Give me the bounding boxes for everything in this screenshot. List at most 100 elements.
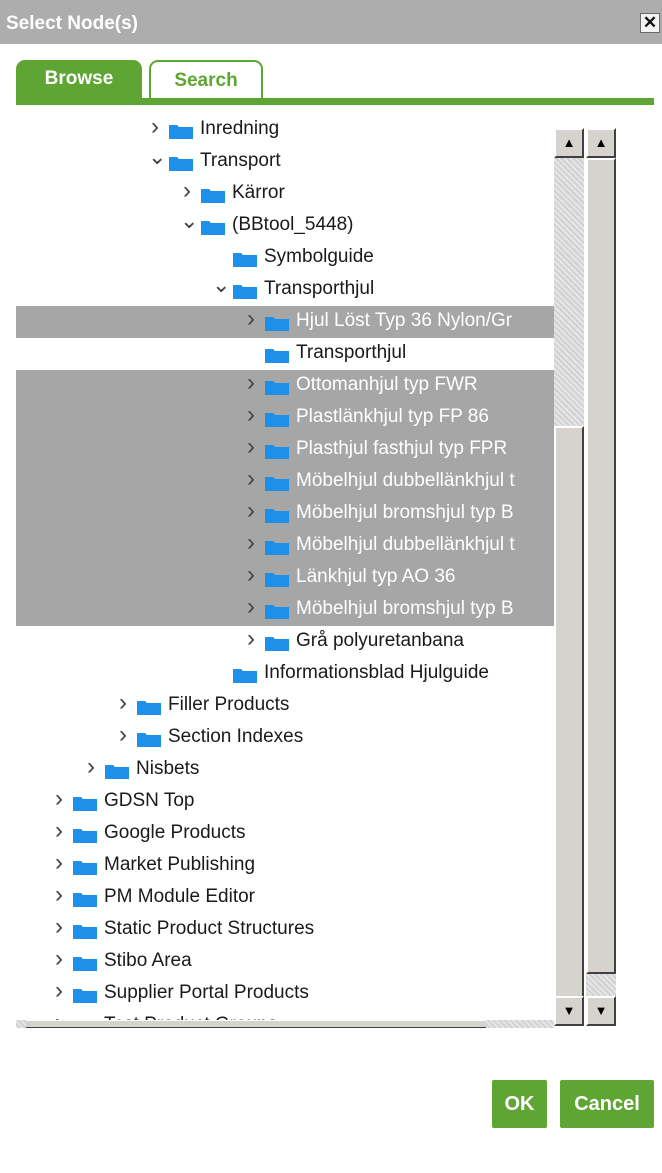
folder-icon bbox=[265, 541, 289, 555]
tree-node[interactable]: Symbolguide bbox=[16, 242, 554, 274]
tree-node-label: Möbelhjul bromshjul typ B bbox=[296, 598, 514, 619]
tree-node[interactable]: › Static Product Structures bbox=[16, 913, 554, 946]
tree-node[interactable]: › Inredning bbox=[16, 116, 554, 146]
outer-scroll-up-button[interactable]: ▲ bbox=[586, 128, 616, 158]
horizontal-scrollbar-thumb[interactable] bbox=[26, 1020, 486, 1028]
chevron-down-icon[interactable]: ⌄ bbox=[180, 208, 198, 234]
tree-node[interactable]: ⌄ Transporthjul bbox=[16, 272, 554, 306]
tree-node-label: Möbelhjul dubbellänkhjul t bbox=[296, 534, 515, 555]
tree-node[interactable]: › Plastlänkhjul typ FP 86 bbox=[16, 401, 554, 434]
tree-node[interactable]: › Grå polyuretanbana bbox=[16, 625, 554, 658]
tree-node-label: Kärror bbox=[232, 182, 285, 203]
tree-node-label: Transporthjul bbox=[264, 278, 375, 299]
scroll-up-button[interactable]: ▲ bbox=[554, 128, 584, 158]
chevron-right-icon[interactable]: › bbox=[52, 945, 66, 973]
tree-node-label: Market Publishing bbox=[104, 854, 256, 875]
chevron-right-icon[interactable]: › bbox=[244, 369, 258, 397]
tab-browse[interactable]: Browse bbox=[16, 60, 142, 98]
folder-icon bbox=[265, 445, 289, 459]
tree-node[interactable]: › Market Publishing bbox=[16, 849, 554, 882]
chevron-right-icon[interactable]: › bbox=[52, 913, 66, 941]
chevron-right-icon[interactable]: › bbox=[52, 785, 66, 813]
tree-horizontal-scrollbar[interactable] bbox=[16, 1020, 554, 1028]
tree-node-label: Länkhjul typ AO 36 bbox=[296, 566, 456, 587]
tree-node[interactable]: › GDSN Top bbox=[16, 785, 554, 818]
outer-vertical-scrollbar[interactable]: ▲ ▼ bbox=[586, 128, 616, 1026]
tab-search[interactable]: Search bbox=[149, 60, 263, 98]
tree-node-label: Transport bbox=[200, 150, 281, 171]
tree-node-label: Stibo Area bbox=[104, 950, 192, 971]
folder-icon bbox=[73, 925, 97, 939]
tree-node[interactable]: ⌄ (BBtool_5448) bbox=[16, 208, 554, 242]
chevron-right-icon[interactable]: › bbox=[244, 529, 258, 557]
chevron-right-icon[interactable]: › bbox=[148, 116, 162, 141]
tree-node[interactable]: ⌄ Transport bbox=[16, 144, 554, 178]
tree-node-label: Plastlänkhjul typ FP 86 bbox=[296, 406, 489, 427]
chevron-right-icon[interactable]: › bbox=[244, 593, 258, 621]
node-tree[interactable]: › Inredning ⌄ Transport › Kärror ⌄ (BBtool_5448… bbox=[16, 116, 554, 1028]
chevron-right-icon[interactable]: › bbox=[244, 401, 258, 429]
tree-node[interactable]: › Ottomanhjul typ FWR bbox=[16, 369, 554, 402]
chevron-right-icon[interactable]: › bbox=[244, 305, 258, 333]
tree-node[interactable]: › Stibo Area bbox=[16, 945, 554, 978]
tree-node[interactable]: › Möbelhjul dubbellänkhjul t bbox=[16, 529, 554, 562]
chevron-right-icon[interactable]: › bbox=[52, 881, 66, 909]
chevron-right-icon[interactable]: › bbox=[244, 561, 258, 589]
tree-node-label: Hjul Löst Typ 36 Nylon/Gr bbox=[296, 310, 513, 331]
folder-icon bbox=[265, 573, 289, 587]
folder-icon bbox=[265, 317, 289, 331]
chevron-right-icon[interactable]: › bbox=[84, 753, 98, 781]
folder-icon bbox=[169, 157, 193, 171]
cancel-button[interactable]: Cancel bbox=[560, 1080, 654, 1128]
chevron-right-icon[interactable]: › bbox=[116, 689, 130, 717]
tree-vertical-scrollbar[interactable]: ▲ ▼ bbox=[554, 128, 584, 1026]
tree-node[interactable]: Transporthjul bbox=[16, 338, 554, 370]
tree-node[interactable]: › Filler Products bbox=[16, 689, 554, 722]
chevron-down-icon[interactable]: ⌄ bbox=[212, 272, 230, 298]
tree-node[interactable]: Informationsblad Hjulguide bbox=[16, 658, 554, 690]
folder-icon bbox=[233, 253, 257, 267]
tree-node-label: Google Products bbox=[104, 822, 246, 843]
chevron-right-icon[interactable]: › bbox=[244, 625, 258, 653]
tree-node[interactable]: › Hjul Löst Typ 36 Nylon/Gr bbox=[16, 305, 554, 338]
folder-icon bbox=[201, 189, 225, 203]
close-icon[interactable]: ✕ bbox=[640, 13, 660, 33]
tab-bar: Browse Search bbox=[0, 58, 662, 108]
tree-node[interactable]: › Möbelhjul bromshjul typ B bbox=[16, 593, 554, 626]
tree-node[interactable]: › PM Module Editor bbox=[16, 881, 554, 914]
chevron-right-icon[interactable]: › bbox=[52, 977, 66, 1005]
tree-node-label: (BBtool_5448) bbox=[232, 214, 354, 235]
chevron-right-icon[interactable]: › bbox=[116, 721, 130, 749]
tab-underline bbox=[16, 98, 654, 105]
tree-node[interactable]: › Google Products bbox=[16, 817, 554, 850]
chevron-right-icon[interactable]: › bbox=[244, 497, 258, 525]
ok-button[interactable]: OK bbox=[492, 1080, 547, 1128]
chevron-down-icon[interactable]: ⌄ bbox=[148, 144, 166, 170]
scroll-down-button[interactable]: ▼ bbox=[554, 996, 584, 1026]
chevron-right-icon[interactable]: › bbox=[52, 817, 66, 845]
folder-icon bbox=[265, 509, 289, 523]
tree-node[interactable]: › Nisbets bbox=[16, 753, 554, 786]
chevron-right-icon[interactable]: › bbox=[52, 849, 66, 877]
chevron-right-icon[interactable]: › bbox=[244, 433, 258, 461]
chevron-right-icon[interactable]: › bbox=[244, 465, 258, 493]
tree-node[interactable]: › Länkhjul typ AO 36 bbox=[16, 561, 554, 594]
tree-node-label: Filler Products bbox=[168, 694, 290, 715]
tree-node[interactable]: › Kärror bbox=[16, 177, 554, 210]
outer-scroll-down-button[interactable]: ▼ bbox=[586, 996, 616, 1026]
tree-node[interactable]: › Plasthjul fasthjul typ FPR bbox=[16, 433, 554, 466]
folder-icon bbox=[73, 957, 97, 971]
dialog-title: Select Node(s) bbox=[6, 13, 138, 34]
tree-node-label: Transporthjul bbox=[296, 342, 407, 363]
tree-node[interactable]: › Supplier Portal Products bbox=[16, 977, 554, 1010]
chevron-right-icon[interactable]: › bbox=[180, 177, 194, 205]
tree-node[interactable]: › Möbelhjul bromshjul typ B bbox=[16, 497, 554, 530]
tree-node-label: PM Module Editor bbox=[104, 886, 256, 907]
tree-node-label: GDSN Top bbox=[104, 790, 195, 811]
tree-node[interactable]: › Möbelhjul dubbellänkhjul t bbox=[16, 465, 554, 498]
tree-node-label: Section Indexes bbox=[168, 726, 304, 747]
scrollbar-thumb[interactable] bbox=[554, 426, 584, 1026]
folder-icon bbox=[265, 605, 289, 619]
outer-scrollbar-thumb[interactable] bbox=[586, 158, 616, 974]
tree-node[interactable]: › Section Indexes bbox=[16, 721, 554, 754]
